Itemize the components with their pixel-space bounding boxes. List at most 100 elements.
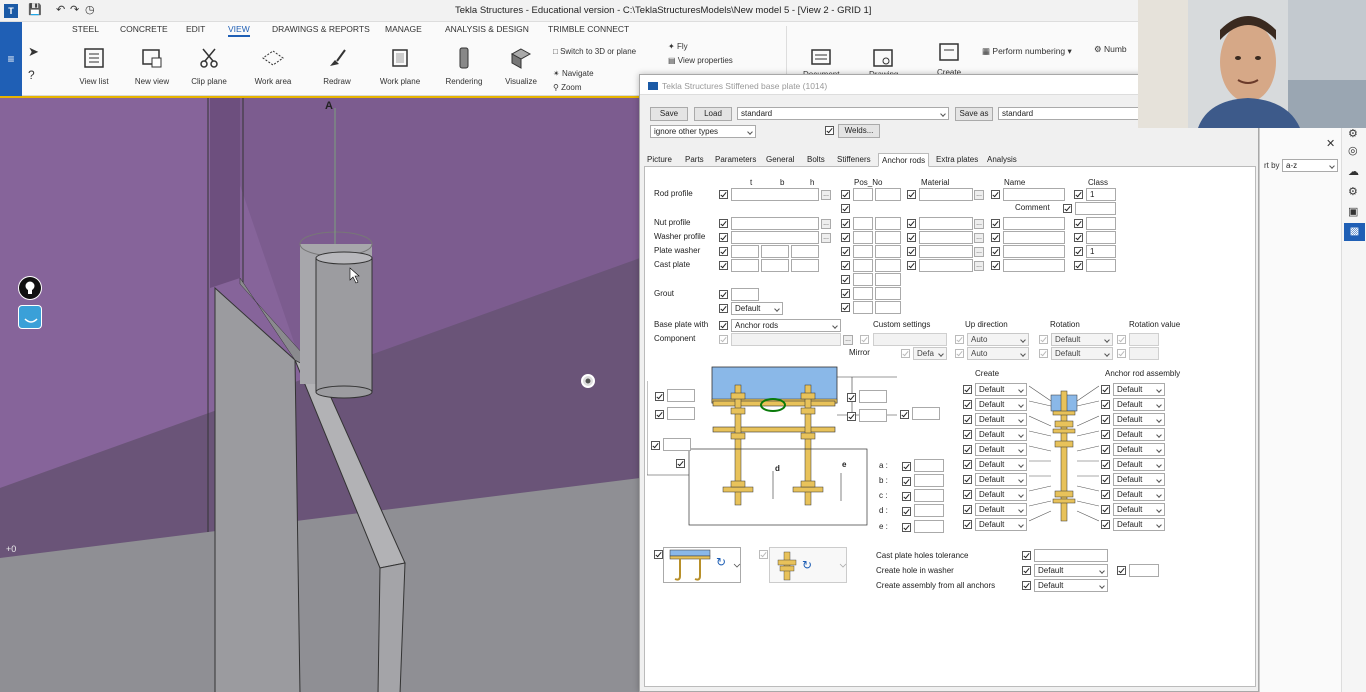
rod-class-input[interactable]: 1 (1086, 188, 1116, 201)
close-icon[interactable]: ✕ (1326, 137, 1335, 150)
diagram-checkbox-3[interactable] (651, 441, 660, 450)
cast-plate-material-browse[interactable]: ... (974, 261, 984, 271)
tab-analysis-design[interactable]: ANALYSIS & DESIGN (445, 24, 529, 34)
rotation-checkbox-1[interactable] (1039, 335, 1048, 344)
cube-icon[interactable]: ▣ (1348, 205, 1358, 218)
nut-type-checkbox[interactable] (759, 550, 768, 559)
create-select-4[interactable]: Default (975, 428, 1027, 441)
dim-b-input[interactable] (914, 474, 944, 487)
help-icon[interactable]: ? (28, 68, 35, 82)
diagram-input-3[interactable] (663, 438, 691, 451)
extra-pos-prefix-2[interactable] (853, 287, 873, 300)
create-checkbox-10[interactable] (963, 520, 972, 529)
assembly-checkbox-1[interactable] (1101, 385, 1110, 394)
nut-name-checkbox[interactable] (991, 219, 1000, 228)
washer-material-input[interactable] (919, 231, 973, 244)
view-mode-icon[interactable] (18, 305, 42, 329)
tab-picture[interactable]: Picture (644, 153, 675, 167)
welds-button[interactable]: Welds... (838, 124, 880, 138)
grout-checkbox[interactable] (719, 290, 728, 299)
diagram-checkbox-5[interactable] (847, 393, 856, 402)
dim-a-checkbox[interactable] (902, 462, 911, 471)
rotation-select-2[interactable]: Default (1051, 347, 1113, 360)
assembly-select-1[interactable]: Default (1113, 383, 1165, 396)
washer-profile-checkbox[interactable] (719, 233, 728, 242)
rod-name-input[interactable] (1003, 188, 1065, 201)
diagram-input-7[interactable] (912, 407, 940, 420)
nut-type-selector[interactable]: ↻ (769, 547, 847, 583)
cast-plate-class-input[interactable] (1086, 259, 1116, 272)
numbering-button[interactable]: ⚙ Numb (1094, 44, 1127, 55)
assembly-select-9[interactable]: Default (1113, 503, 1165, 516)
rod-name-checkbox[interactable] (991, 190, 1000, 199)
up-direction-select-2[interactable]: Auto (967, 347, 1029, 360)
welds-checkbox[interactable] (825, 126, 834, 135)
plate-washer-t[interactable] (731, 245, 759, 258)
create-select-3[interactable]: Default (975, 413, 1027, 426)
up-direction-select-1[interactable]: Auto (967, 333, 1029, 346)
tab-stiffeners[interactable]: Stiffeners (834, 153, 874, 167)
custom-settings-checkbox[interactable] (860, 335, 869, 344)
assembly-checkbox-8[interactable] (1101, 490, 1110, 499)
nut-class-checkbox[interactable] (1074, 219, 1083, 228)
diagram-input-2[interactable] (667, 407, 695, 420)
new-view-button[interactable]: New view (120, 46, 184, 92)
assembly-checkbox-5[interactable] (1101, 445, 1110, 454)
tab-view[interactable]: VIEW (228, 24, 250, 37)
diagram-checkbox-2[interactable] (655, 410, 664, 419)
washer-class-input[interactable] (1086, 231, 1116, 244)
cast-plate-t[interactable] (731, 259, 759, 272)
cast-plate-pos-start[interactable] (875, 259, 901, 272)
tab-extra-plates[interactable]: Extra plates (933, 153, 981, 167)
drawing-icon[interactable] (872, 48, 894, 68)
rotation-value-checkbox-2[interactable] (1117, 349, 1126, 358)
grout-type-checkbox[interactable] (719, 304, 728, 313)
component-input[interactable] (731, 333, 841, 346)
nut-class-input[interactable] (1086, 217, 1116, 230)
document-icon[interactable] (810, 48, 832, 68)
tab-drawings-reports[interactable]: DRAWINGS & REPORTS (272, 24, 370, 34)
extra-pos-checkbox-3[interactable] (841, 303, 850, 312)
model-viewport[interactable]: A +0 (0, 96, 640, 692)
plate-washer-pos-prefix[interactable] (853, 245, 873, 258)
comment-input[interactable] (1075, 202, 1116, 215)
dim-a-input[interactable] (914, 459, 944, 472)
undo-icon[interactable]: ↶ (56, 3, 65, 16)
up-direction-checkbox-2[interactable] (955, 349, 964, 358)
switch-3d-plane-button[interactable]: □ Switch to 3D or plane (553, 47, 636, 56)
washer-profile-input[interactable] (731, 231, 819, 244)
cast-plate-tolerance-checkbox[interactable] (1022, 551, 1031, 560)
washer-pos-start[interactable] (875, 231, 901, 244)
assembly-select-3[interactable]: Default (1113, 413, 1165, 426)
create-checkbox-3[interactable] (963, 415, 972, 424)
model-3d-scene[interactable] (0, 98, 640, 692)
create-checkbox-8[interactable] (963, 490, 972, 499)
grout-input[interactable] (731, 288, 759, 301)
preset-select[interactable]: standard (737, 107, 949, 120)
gear-icon[interactable]: ⚙ (1348, 185, 1358, 198)
assembly-checkbox-6[interactable] (1101, 460, 1110, 469)
save-icon[interactable]: 💾 (28, 3, 42, 16)
washer-class-checkbox[interactable] (1074, 233, 1083, 242)
mirror-select[interactable]: Defa (913, 347, 947, 360)
assembly-checkbox-7[interactable] (1101, 475, 1110, 484)
rod-material-browse[interactable]: ... (974, 190, 984, 200)
save-as-field[interactable]: standard (998, 107, 1148, 120)
diagram-checkbox-7[interactable] (900, 410, 909, 419)
washer-material-browse[interactable]: ... (974, 233, 984, 243)
plate-washer-b[interactable] (761, 245, 789, 258)
extra-pos-prefix-1[interactable] (853, 273, 873, 286)
mirror-checkbox[interactable] (901, 349, 910, 358)
washer-name-checkbox[interactable] (991, 233, 1000, 242)
assembly-select-7[interactable]: Default (1113, 473, 1165, 486)
component-browse[interactable]: ... (843, 335, 853, 345)
base-plate-with-checkbox[interactable] (719, 321, 728, 330)
rod-profile-input[interactable] (731, 188, 819, 201)
dim-d-input[interactable] (914, 504, 944, 517)
custom-settings-input[interactable] (873, 333, 947, 346)
navigate-button[interactable]: ✴ Navigate (553, 69, 594, 78)
create-hole-select[interactable]: Default (1034, 564, 1108, 577)
dim-d-checkbox[interactable] (902, 507, 911, 516)
create-select-8[interactable]: Default (975, 488, 1027, 501)
assembly-checkbox-4[interactable] (1101, 430, 1110, 439)
